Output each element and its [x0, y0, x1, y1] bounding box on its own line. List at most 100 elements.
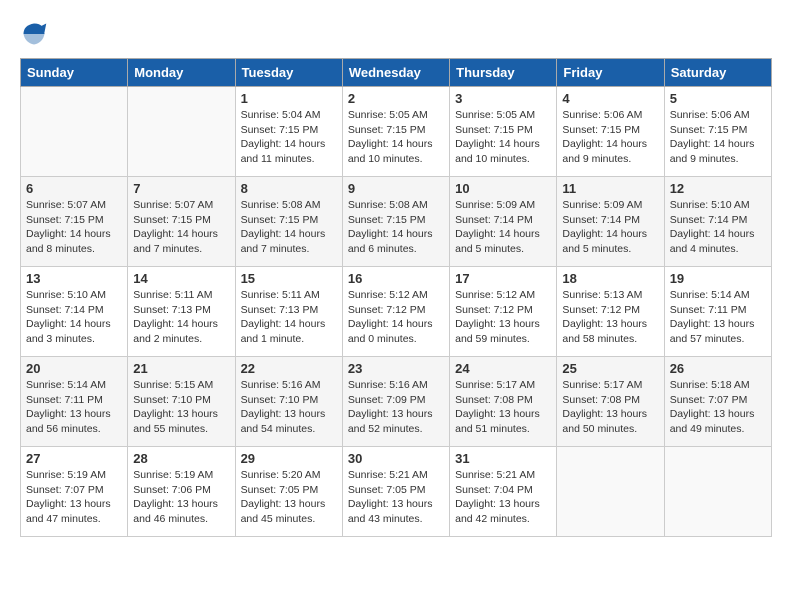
- calendar-cell: 16 Sunrise: 5:12 AM Sunset: 7:12 PM Dayli…: [342, 267, 449, 357]
- calendar-cell: 17Sunrise: 5:12 AM Sunset: 7:12 PM Dayli…: [450, 267, 557, 357]
- calendar-cell: 12Sunrise: 5:10 AM Sunset: 7:14 PM Dayli…: [664, 177, 771, 267]
- day-number: 23: [348, 361, 444, 376]
- day-info: Sunrise: 5:05 AM Sunset: 7:15 PM Dayligh…: [348, 108, 444, 167]
- day-info: Sunrise: 5:21 AM Sunset: 7:05 PM Dayligh…: [348, 468, 444, 527]
- day-info: Sunrise: 5:08 AM Sunset: 7:15 PM Dayligh…: [241, 198, 337, 257]
- calendar-cell: 28 Sunrise: 5:19 AM Sunset: 7:06 PM Dayli…: [128, 447, 235, 537]
- calendar-week-row: 20Sunrise: 5:14 AM Sunset: 7:11 PM Dayli…: [21, 357, 772, 447]
- calendar-cell: 3Sunrise: 5:05 AM Sunset: 7:15 PM Daylig…: [450, 87, 557, 177]
- day-number: 2: [348, 91, 444, 106]
- day-info: Sunrise: 5:14 AM Sunset: 7:11 PM Dayligh…: [670, 288, 766, 347]
- day-info: Sunrise: 5:11 AM Sunset: 7:13 PM Dayligh…: [241, 288, 337, 347]
- day-info: Sunrise: 5:20 AM Sunset: 7:05 PM Dayligh…: [241, 468, 337, 527]
- day-number: 10: [455, 181, 551, 196]
- calendar-cell: 22Sunrise: 5:16 AM Sunset: 7:10 PM Dayli…: [235, 357, 342, 447]
- day-info: Sunrise: 5:06 AM Sunset: 7:15 PM Dayligh…: [562, 108, 658, 167]
- day-number: 29: [241, 451, 337, 466]
- day-info: Sunrise: 5:07 AM Sunset: 7:15 PM Dayligh…: [26, 198, 122, 257]
- day-number: 30: [348, 451, 444, 466]
- calendar-cell: 24 Sunrise: 5:17 AM Sunset: 7:08 PM Dayli…: [450, 357, 557, 447]
- day-info: Sunrise: 5:18 AM Sunset: 7:07 PM Dayligh…: [670, 378, 766, 437]
- day-info: Sunrise: 5:10 AM Sunset: 7:14 PM Dayligh…: [670, 198, 766, 257]
- day-number: 28: [133, 451, 229, 466]
- calendar-cell: 31 Sunrise: 5:21 AM Sunset: 7:04 PM Dayli…: [450, 447, 557, 537]
- calendar-cell: 21Sunrise: 5:15 AM Sunset: 7:10 PM Dayli…: [128, 357, 235, 447]
- calendar-cell: 11 Sunrise: 5:09 AM Sunset: 7:14 PM Dayli…: [557, 177, 664, 267]
- day-info: Sunrise: 5:13 AM Sunset: 7:12 PM Dayligh…: [562, 288, 658, 347]
- calendar-cell: [664, 447, 771, 537]
- calendar-cell: 6Sunrise: 5:07 AM Sunset: 7:15 PM Daylig…: [21, 177, 128, 267]
- calendar-cell: 9Sunrise: 5:08 AM Sunset: 7:15 PM Daylig…: [342, 177, 449, 267]
- logo-icon: [20, 20, 48, 48]
- calendar-cell: 1Sunrise: 5:04 AM Sunset: 7:15 PM Daylig…: [235, 87, 342, 177]
- calendar-cell: 20Sunrise: 5:14 AM Sunset: 7:11 PM Dayli…: [21, 357, 128, 447]
- weekday-header: Monday: [128, 59, 235, 87]
- day-info: Sunrise: 5:12 AM Sunset: 7:12 PM Dayligh…: [348, 288, 444, 347]
- day-number: 11: [562, 181, 658, 196]
- calendar-cell: 15 Sunrise: 5:11 AM Sunset: 7:13 PM Dayli…: [235, 267, 342, 357]
- day-info: Sunrise: 5:06 AM Sunset: 7:15 PM Dayligh…: [670, 108, 766, 167]
- weekday-header: Wednesday: [342, 59, 449, 87]
- day-info: Sunrise: 5:17 AM Sunset: 7:08 PM Dayligh…: [455, 378, 551, 437]
- logo: [20, 20, 52, 48]
- calendar-cell: 19 Sunrise: 5:14 AM Sunset: 7:11 PM Dayli…: [664, 267, 771, 357]
- calendar-cell: [557, 447, 664, 537]
- header: [20, 20, 772, 48]
- calendar-cell: 30 Sunrise: 5:21 AM Sunset: 7:05 PM Dayli…: [342, 447, 449, 537]
- day-number: 31: [455, 451, 551, 466]
- calendar-week-row: 27 Sunrise: 5:19 AM Sunset: 7:07 PM Dayli…: [21, 447, 772, 537]
- day-info: Sunrise: 5:16 AM Sunset: 7:09 PM Dayligh…: [348, 378, 444, 437]
- day-info: Sunrise: 5:15 AM Sunset: 7:10 PM Dayligh…: [133, 378, 229, 437]
- calendar-cell: 29 Sunrise: 5:20 AM Sunset: 7:05 PM Dayli…: [235, 447, 342, 537]
- day-info: Sunrise: 5:04 AM Sunset: 7:15 PM Dayligh…: [241, 108, 337, 167]
- day-info: Sunrise: 5:19 AM Sunset: 7:06 PM Dayligh…: [133, 468, 229, 527]
- day-info: Sunrise: 5:11 AM Sunset: 7:13 PM Dayligh…: [133, 288, 229, 347]
- calendar-cell: 4 Sunrise: 5:06 AM Sunset: 7:15 PM Daylig…: [557, 87, 664, 177]
- weekday-header-row: SundayMondayTuesdayWednesdayThursdayFrid…: [21, 59, 772, 87]
- day-number: 13: [26, 271, 122, 286]
- day-info: Sunrise: 5:19 AM Sunset: 7:07 PM Dayligh…: [26, 468, 122, 527]
- calendar-table: SundayMondayTuesdayWednesdayThursdayFrid…: [20, 58, 772, 537]
- day-info: Sunrise: 5:07 AM Sunset: 7:15 PM Dayligh…: [133, 198, 229, 257]
- day-info: Sunrise: 5:09 AM Sunset: 7:14 PM Dayligh…: [562, 198, 658, 257]
- weekday-header: Tuesday: [235, 59, 342, 87]
- calendar-cell: 8 Sunrise: 5:08 AM Sunset: 7:15 PM Daylig…: [235, 177, 342, 267]
- weekday-header: Thursday: [450, 59, 557, 87]
- calendar-week-row: 1Sunrise: 5:04 AM Sunset: 7:15 PM Daylig…: [21, 87, 772, 177]
- day-number: 8: [241, 181, 337, 196]
- weekday-header: Sunday: [21, 59, 128, 87]
- calendar-week-row: 13 Sunrise: 5:10 AM Sunset: 7:14 PM Dayli…: [21, 267, 772, 357]
- day-number: 24: [455, 361, 551, 376]
- calendar-cell: 13 Sunrise: 5:10 AM Sunset: 7:14 PM Dayli…: [21, 267, 128, 357]
- calendar-cell: 2 Sunrise: 5:05 AM Sunset: 7:15 PM Daylig…: [342, 87, 449, 177]
- calendar-cell: 27 Sunrise: 5:19 AM Sunset: 7:07 PM Dayli…: [21, 447, 128, 537]
- calendar-cell: 5 Sunrise: 5:06 AM Sunset: 7:15 PM Daylig…: [664, 87, 771, 177]
- day-number: 18: [562, 271, 658, 286]
- day-number: 27: [26, 451, 122, 466]
- calendar-cell: 10 Sunrise: 5:09 AM Sunset: 7:14 PM Dayli…: [450, 177, 557, 267]
- day-number: 9: [348, 181, 444, 196]
- calendar-cell: 18 Sunrise: 5:13 AM Sunset: 7:12 PM Dayli…: [557, 267, 664, 357]
- day-number: 16: [348, 271, 444, 286]
- calendar-week-row: 6Sunrise: 5:07 AM Sunset: 7:15 PM Daylig…: [21, 177, 772, 267]
- day-number: 15: [241, 271, 337, 286]
- day-info: Sunrise: 5:10 AM Sunset: 7:14 PM Dayligh…: [26, 288, 122, 347]
- calendar-cell: 14Sunrise: 5:11 AM Sunset: 7:13 PM Dayli…: [128, 267, 235, 357]
- day-info: Sunrise: 5:14 AM Sunset: 7:11 PM Dayligh…: [26, 378, 122, 437]
- day-number: 7: [133, 181, 229, 196]
- day-info: Sunrise: 5:09 AM Sunset: 7:14 PM Dayligh…: [455, 198, 551, 257]
- calendar-cell: [21, 87, 128, 177]
- day-info: Sunrise: 5:21 AM Sunset: 7:04 PM Dayligh…: [455, 468, 551, 527]
- day-info: Sunrise: 5:05 AM Sunset: 7:15 PM Dayligh…: [455, 108, 551, 167]
- day-number: 5: [670, 91, 766, 106]
- day-number: 26: [670, 361, 766, 376]
- weekday-header: Friday: [557, 59, 664, 87]
- day-number: 4: [562, 91, 658, 106]
- day-number: 19: [670, 271, 766, 286]
- day-info: Sunrise: 5:17 AM Sunset: 7:08 PM Dayligh…: [562, 378, 658, 437]
- day-number: 22: [241, 361, 337, 376]
- calendar-cell: 25Sunrise: 5:17 AM Sunset: 7:08 PM Dayli…: [557, 357, 664, 447]
- day-info: Sunrise: 5:12 AM Sunset: 7:12 PM Dayligh…: [455, 288, 551, 347]
- calendar-cell: 23 Sunrise: 5:16 AM Sunset: 7:09 PM Dayli…: [342, 357, 449, 447]
- weekday-header: Saturday: [664, 59, 771, 87]
